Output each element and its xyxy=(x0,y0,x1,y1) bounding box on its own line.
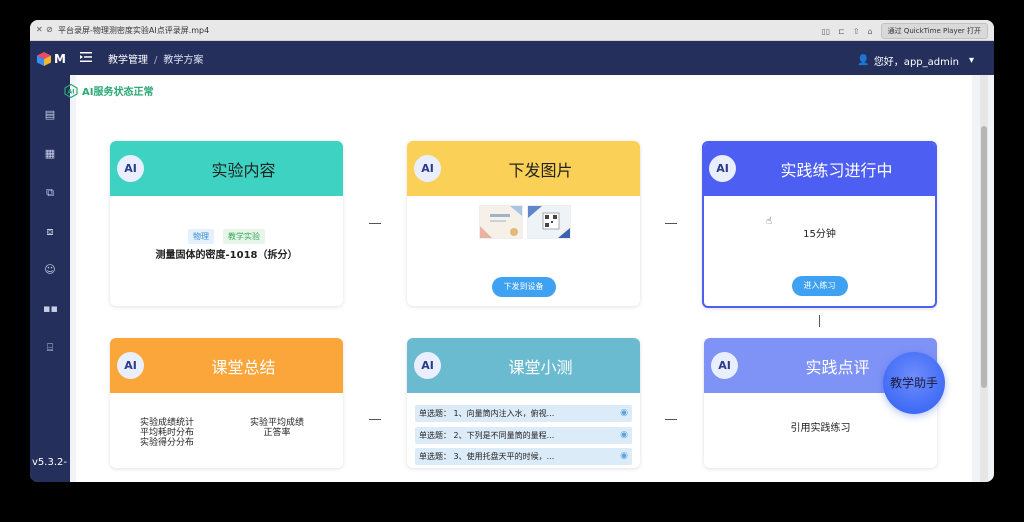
card-experiment-content[interactable]: AI 实验内容 物理 教学实验 测量固体的密度-1018（拆分） xyxy=(110,141,343,306)
logo-text: M xyxy=(54,52,66,66)
breadcrumb: 教学管理 / 教学方案 xyxy=(108,51,203,66)
tag-type: 教学实验 xyxy=(223,229,266,244)
ai-badge: AI xyxy=(117,352,144,379)
grid-icon[interactable]: ▪▪ xyxy=(43,302,58,316)
scrollbar-thumb[interactable] xyxy=(981,126,987,388)
stat-score-stats: 实验成绩统计 xyxy=(140,418,195,428)
quiz-item-text: 单选题： 2、下列是不同量筒的量程... xyxy=(419,431,555,440)
caret-down-icon: ▾ xyxy=(968,55,974,66)
user-icon: 👤 xyxy=(857,55,870,66)
files-icon[interactable]: ⧈ xyxy=(43,225,57,239)
card-header: AI 实践练习进行中 xyxy=(704,143,935,196)
svg-text:AI: AI xyxy=(68,88,75,95)
quiz-item-text: 单选题： 1、向量筒内注入水，俯视... xyxy=(419,409,555,418)
top-header: 教学管理 / 教学方案 👤 您好，app_admin ▾ xyxy=(70,41,994,75)
ai-badge: AI xyxy=(711,352,738,379)
review-reference-text: 引用实践练习 xyxy=(790,423,851,434)
card-body: 实验成绩统计 平均耗时分布 实验得分分布 实验平均成绩 正答率 xyxy=(110,393,343,468)
quiz-item-text: 单选题： 3、使用托盘天平的时候，... xyxy=(419,452,555,461)
copy-icon[interactable]: ⧉ xyxy=(43,186,57,200)
card-send-images[interactable]: AI 下发图片 下发到设备 xyxy=(407,141,640,306)
stat-correct-rate: 正答率 xyxy=(263,428,291,438)
card-title: 下发图片 xyxy=(508,161,573,180)
card-header: AI 课堂总结 xyxy=(110,338,343,393)
ai-badge: AI xyxy=(709,155,736,182)
user-greeting: 您好，app_admin xyxy=(873,57,959,68)
ai-badge: AI xyxy=(414,352,441,379)
connector-line xyxy=(819,315,820,327)
ai-badge: AI xyxy=(414,155,441,182)
menu-fold-icon[interactable] xyxy=(80,51,92,63)
card-class-quiz[interactable]: AI 课堂小测 单选题： 1、向量筒内注入水，俯视... ◉ 单选题： 2、下列… xyxy=(407,338,640,468)
cube-logo-icon xyxy=(37,52,51,66)
teaching-assistant-button[interactable]: 教学助手 xyxy=(883,352,945,414)
practice-duration: 15分钟 xyxy=(803,229,836,240)
card-header: AI 下发图片 xyxy=(407,141,640,196)
stats-right: 实验平均成绩 正答率 xyxy=(250,418,304,438)
card-class-summary[interactable]: AI 课堂总结 实验成绩统计 平均耗时分布 实验得分分布 实验平均成绩 正答率 xyxy=(110,338,343,468)
tag-subject: 物理 xyxy=(187,229,214,244)
image-thumbnail[interactable] xyxy=(527,205,571,239)
open-with-quicktime-button[interactable]: 通过 QuickTime Player 打开 xyxy=(880,23,988,39)
ai-badge: AI xyxy=(117,155,144,182)
stats-left: 实验成绩统计 平均耗时分布 实验得分分布 xyxy=(140,418,194,448)
smile-icon[interactable]: ☺ xyxy=(43,263,57,277)
ai-status-text: AI服务状态正常 xyxy=(82,87,154,98)
quiz-item[interactable]: 单选题： 1、向量筒内注入水，俯视... ◉ xyxy=(415,405,632,422)
document-icon[interactable]: ▦ xyxy=(43,147,57,161)
card-body: 单选题： 1、向量筒内注入水，俯视... ◉ 单选题： 2、下列是不同量筒的量程… xyxy=(407,393,640,468)
stat-score-distribution: 实验得分分布 xyxy=(140,438,195,448)
breadcrumb-separator: / xyxy=(154,55,158,66)
video-title: 平台录屏-物理测密度实验AI点评录屏.mp4 xyxy=(58,26,210,35)
home-icon[interactable]: ⌂ xyxy=(868,27,873,36)
card-body: 物理 教学实验 测量固体的密度-1018（拆分） xyxy=(110,196,343,306)
ai-hexagon-icon: AI xyxy=(64,83,78,98)
send-to-device-button[interactable]: 下发到设备 xyxy=(491,277,556,297)
image-thumbnail[interactable] xyxy=(479,205,523,239)
building-icon[interactable]: ▤ xyxy=(43,108,57,122)
quiz-item[interactable]: 单选题： 3、使用托盘天平的时候，... ◉ xyxy=(415,448,632,465)
user-menu[interactable]: 👤 您好，app_admin ▾ xyxy=(857,53,974,68)
close-icon[interactable]: ✕ xyxy=(36,25,45,34)
eye-icon[interactable]: ◉ xyxy=(620,427,628,444)
presentation-icon[interactable]: ⌸ xyxy=(43,341,57,355)
connector-line xyxy=(665,419,677,420)
connector-line xyxy=(369,223,381,224)
sidebar: M ▤ ▦ ⧉ ⧈ ☺ ▪▪ ⌸ xyxy=(30,41,70,482)
card-title: 课堂总结 xyxy=(211,358,276,377)
enter-practice-button[interactable]: 进入练习 xyxy=(791,276,848,296)
card-practice-in-progress[interactable]: AI 实践练习进行中 ☝ 15分钟 进入练习 xyxy=(702,141,937,308)
share-icon[interactable]: ⇧ xyxy=(853,27,860,36)
breadcrumb-teaching-plan: 教学方案 xyxy=(163,55,204,66)
experiment-name: 测量固体的密度-1018（拆分） xyxy=(155,250,298,261)
logo[interactable]: M xyxy=(37,50,67,70)
card-title: 课堂小测 xyxy=(508,358,573,377)
quiz-item[interactable]: 单选题： 2、下列是不同量筒的量程... ◉ xyxy=(415,427,632,444)
card-body: 下发到设备 xyxy=(407,196,640,306)
pip-icon[interactable]: ▯▯ xyxy=(821,27,830,36)
video-titlebar: ✕ ⊘ 平台录屏-物理测密度实验AI点评录屏.mp4 ▯▯ ⊏ ⇧ ⌂ 通过 Q… xyxy=(30,20,994,41)
connector-line xyxy=(369,419,381,420)
card-title: 实践练习进行中 xyxy=(780,161,893,180)
card-header: AI 实验内容 xyxy=(110,141,343,196)
minimize-icon[interactable]: ⊘ xyxy=(46,25,55,34)
card-body: ☝ 15分钟 进入练习 xyxy=(704,198,935,306)
tag-list: 物理 教学实验 xyxy=(110,224,343,244)
image-thumbnails xyxy=(479,205,571,239)
card-header: AI 课堂小测 xyxy=(407,338,640,393)
stat-avg-time: 平均耗时分布 xyxy=(140,428,195,438)
ai-service-status: AI AI服务状态正常 xyxy=(64,83,153,98)
eye-icon[interactable]: ◉ xyxy=(620,405,628,422)
card-title: 实验内容 xyxy=(211,161,276,180)
titlebar-actions: ▯▯ ⊏ ⇧ ⌂ 通过 QuickTime Player 打开 xyxy=(821,23,988,39)
stat-avg-score: 实验平均成绩 xyxy=(250,418,305,428)
connector-line xyxy=(665,223,677,224)
rotate-icon[interactable]: ⊏ xyxy=(838,27,845,36)
eye-icon[interactable]: ◉ xyxy=(620,448,628,465)
version-label: v5.3.2- xyxy=(32,457,67,468)
breadcrumb-teaching-management[interactable]: 教学管理 xyxy=(108,55,148,66)
